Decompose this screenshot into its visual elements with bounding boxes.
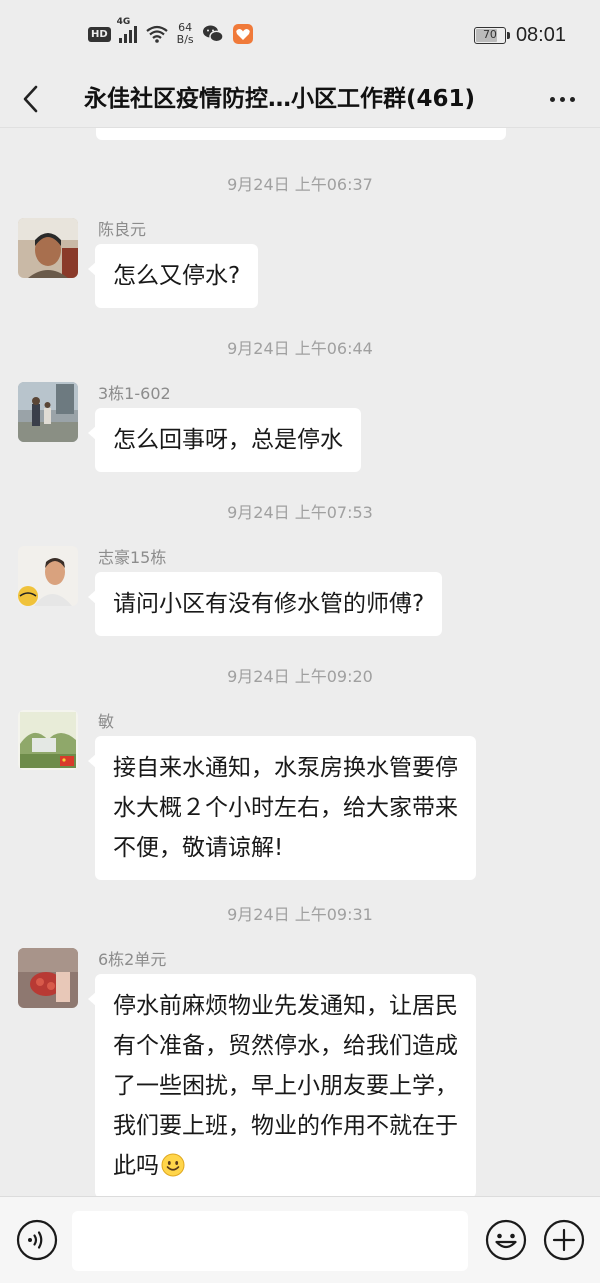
sender-name: 志豪15栋 bbox=[98, 548, 167, 567]
message-timestamp: 9月24日 上午07:53 bbox=[227, 503, 373, 522]
signal-icon: 4G bbox=[117, 17, 137, 43]
chat-title: 永佳社区疫情防控…小区工作群(461) bbox=[84, 86, 476, 112]
message-input[interactable] bbox=[72, 1211, 468, 1271]
message-line-last: 此吗 bbox=[113, 1146, 458, 1186]
message-timestamp: 9月24日 上午09:31 bbox=[227, 905, 373, 924]
message-bubble[interactable]: 怎么回事呀，总是停水 bbox=[88, 408, 361, 472]
message-line: 不便，敬请谅解! bbox=[113, 835, 284, 861]
message-line: 水大概２个小时左右，给大家带来 bbox=[113, 795, 458, 821]
network-type: 4G bbox=[116, 17, 131, 27]
more-dots-icon bbox=[549, 96, 555, 102]
message-text: 请问小区有没有修水管的师傅? bbox=[113, 591, 425, 617]
more-button[interactable] bbox=[544, 84, 580, 114]
status-bar: HD 4G 64 B/s 70 08:01 bbox=[0, 0, 600, 70]
plus-icon[interactable] bbox=[542, 1218, 586, 1262]
message-bubble[interactable]: 停水前麻烦物业先发通知，让居民 有个准备，贸然停水，给我们造成 了一些困扰，早上… bbox=[88, 974, 476, 1196]
network-speed: 64 B/s bbox=[177, 22, 194, 46]
message-line: 此吗 bbox=[113, 1153, 159, 1179]
sender-name: 陈良元 bbox=[98, 220, 147, 239]
avatar[interactable] bbox=[18, 382, 78, 442]
speed-unit: B/s bbox=[176, 33, 194, 46]
input-bar bbox=[0, 1196, 600, 1283]
avatar[interactable] bbox=[18, 218, 78, 278]
wifi-icon bbox=[145, 25, 168, 43]
wechat-notification-icon bbox=[202, 25, 224, 43]
avatar[interactable] bbox=[18, 948, 78, 1008]
battery-icon: 70 bbox=[473, 27, 510, 44]
sender-name: 3栋1-602 bbox=[98, 384, 171, 403]
chat-header: 永佳社区疫情防控…小区工作群(461) bbox=[0, 70, 600, 128]
message-line: 停水前麻烦物业先发通知，让居民 bbox=[113, 993, 458, 1019]
previous-message-bubble bbox=[96, 128, 506, 140]
health-app-icon bbox=[232, 24, 253, 44]
message-line: 了一些困扰，早上小朋友要上学， bbox=[113, 1073, 458, 1099]
message-bubble[interactable]: 请问小区有没有修水管的师傅? bbox=[87, 572, 443, 636]
clock: 08:01 bbox=[515, 24, 566, 46]
smile-emoji bbox=[161, 1153, 185, 1177]
message-line: 我们要上班，物业的作用不就在于 bbox=[113, 1113, 458, 1139]
message-bubble[interactable]: 接自来水通知，水泵房换水管要停 水大概２个小时左右，给大家带来 不便，敬请谅解! bbox=[88, 736, 476, 880]
message-text: 怎么回事呀，总是停水 bbox=[113, 427, 343, 453]
voice-icon[interactable] bbox=[16, 1219, 58, 1261]
battery-level: 70 bbox=[482, 28, 497, 41]
emoji-icon[interactable] bbox=[484, 1218, 528, 1262]
back-chevron-icon bbox=[23, 85, 38, 113]
avatar[interactable] bbox=[18, 546, 78, 606]
sender-name: 6栋2单元 bbox=[98, 950, 167, 969]
message-bubble[interactable]: 怎么又停水? bbox=[87, 244, 259, 308]
message-text: 怎么又停水? bbox=[113, 263, 241, 289]
message-line: 接自来水通知，水泵房换水管要停 bbox=[113, 755, 458, 781]
message-list[interactable]: 9月24日 上午06:37 陈良元 怎么又停水? 9月24日 上午06:44 3… bbox=[0, 128, 600, 1196]
message-timestamp: 9月24日 上午06:44 bbox=[227, 339, 373, 358]
message-line: 有个准备，贸然停水，给我们造成 bbox=[113, 1033, 458, 1059]
hd-badge: HD bbox=[88, 26, 111, 42]
message-timestamp: 9月24日 上午06:37 bbox=[227, 175, 373, 194]
message-timestamp: 9月24日 上午09:20 bbox=[227, 667, 373, 686]
back-button[interactable] bbox=[16, 82, 46, 116]
avatar[interactable] bbox=[18, 710, 78, 770]
sender-name: 敏 bbox=[98, 712, 115, 731]
